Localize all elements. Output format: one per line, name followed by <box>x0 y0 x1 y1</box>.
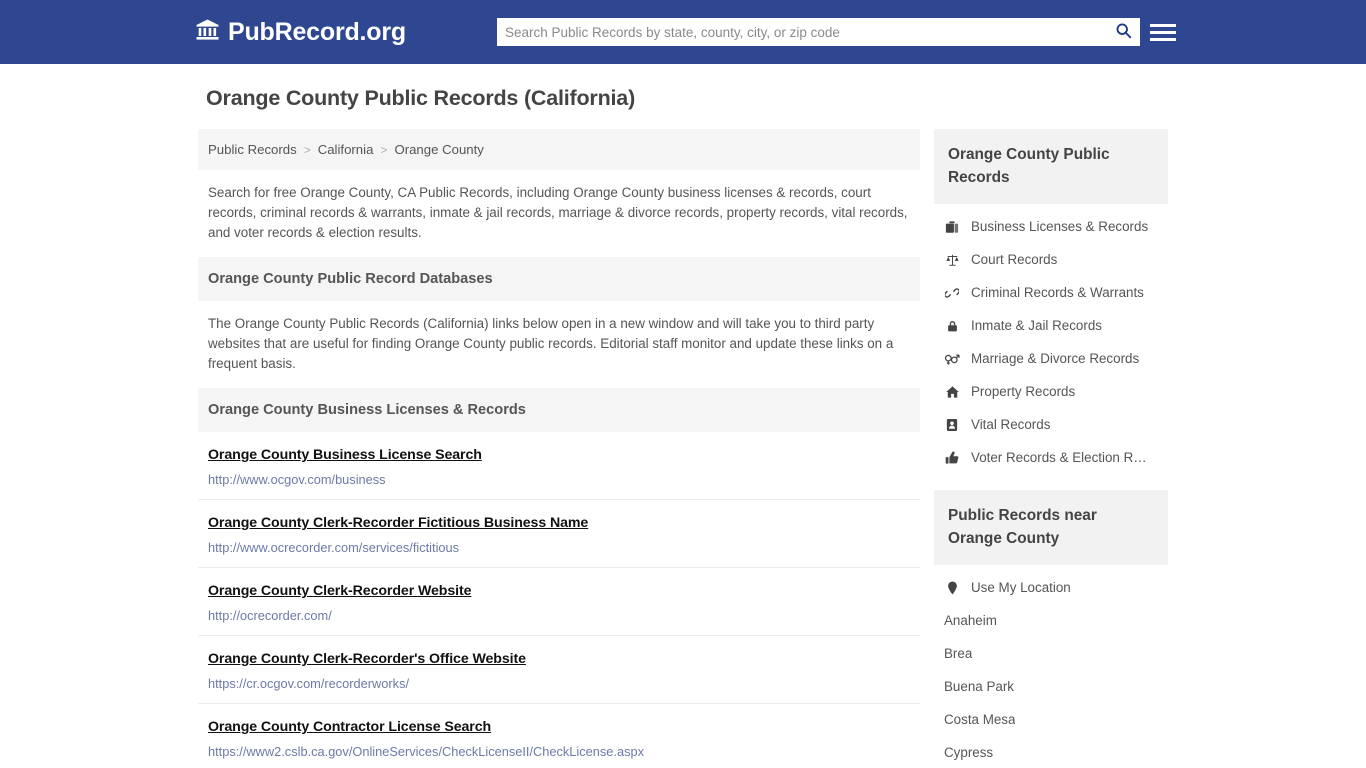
record-link-url[interactable]: http://www.ocrecorder.com/services/ficti… <box>208 540 910 555</box>
site-logo-text: PubRecord.org <box>228 17 406 46</box>
sidebar-item-label: Voter Records & Election R… <box>971 450 1147 465</box>
list-item: Orange County Clerk-Recorder Website htt… <box>198 568 920 636</box>
home-icon <box>944 385 960 399</box>
handcuffs-icon <box>944 286 960 300</box>
business-links-list: Orange County Business License Search ht… <box>198 432 920 768</box>
search-input[interactable] <box>497 19 1106 45</box>
thumbs-up-icon <box>944 451 960 465</box>
list-item: Orange County Business License Search ht… <box>198 432 920 500</box>
breadcrumb-item-orange-county[interactable]: Orange County <box>394 142 483 157</box>
city-label: Cypress <box>944 745 994 760</box>
record-link-url[interactable]: https://cr.ocgov.com/recorderworks/ <box>208 676 910 691</box>
sidebar-item-marriage-divorce-records[interactable]: Marriage & Divorce Records <box>934 342 1168 375</box>
search-icon <box>1115 22 1132 42</box>
sidebar-item-court-records[interactable]: Court Records <box>934 243 1168 276</box>
hamburger-bar <box>1150 37 1176 41</box>
records-panel-list: Business Licenses & Records Court Record… <box>934 204 1168 474</box>
id-badge-icon <box>944 418 960 432</box>
use-my-location-label: Use My Location <box>971 580 1071 595</box>
sidebar-item-business-licenses[interactable]: Business Licenses & Records <box>934 210 1168 243</box>
use-my-location-button[interactable]: Use My Location <box>934 571 1168 604</box>
search-bar <box>497 18 1140 46</box>
sidebar-item-label: Marriage & Divorce Records <box>971 351 1140 366</box>
nearby-panel-list: Use My Location Anaheim Brea Buena Park <box>934 565 1168 768</box>
business-section-heading: Orange County Business Licenses & Record… <box>198 388 920 432</box>
breadcrumb-separator: > <box>303 142 311 157</box>
record-link-title[interactable]: Orange County Clerk-Recorder Fictitious … <box>208 515 588 531</box>
sidebar-item-vital-records[interactable]: Vital Records <box>934 408 1168 441</box>
breadcrumb: Public Records > California > Orange Cou… <box>198 129 920 170</box>
search-button[interactable] <box>1106 18 1140 46</box>
page-body: Orange County Public Records (California… <box>0 64 1366 768</box>
hamburger-menu-icon[interactable] <box>1150 19 1176 45</box>
map-pin-icon <box>944 581 960 595</box>
sidebar-item-criminal-records[interactable]: Criminal Records & Warrants <box>934 276 1168 309</box>
intro-paragraph: Search for free Orange County, CA Public… <box>208 185 908 240</box>
sidebar-item-label: Inmate & Jail Records <box>971 318 1102 333</box>
city-label: Buena Park <box>944 679 1014 694</box>
sidebar: Orange County Public Records Business Li <box>934 129 1168 768</box>
main-column: Public Records > California > Orange Cou… <box>198 129 920 768</box>
sidebar-city-buena-park[interactable]: Buena Park <box>934 670 1168 703</box>
record-link-url[interactable]: http://www.ocgov.com/business <box>208 472 910 487</box>
lock-icon <box>944 319 960 333</box>
sidebar-item-label: Criminal Records & Warrants <box>971 285 1144 300</box>
list-item: Orange County Clerk-Recorder's Office We… <box>198 636 920 704</box>
list-item: Orange County Contractor License Search … <box>198 704 920 768</box>
sidebar-item-label: Vital Records <box>971 417 1051 432</box>
sidebar-item-inmate-jail-records[interactable]: Inmate & Jail Records <box>934 309 1168 342</box>
briefcase-icon <box>944 220 960 234</box>
breadcrumb-item-california[interactable]: California <box>318 142 374 157</box>
sidebar-city-costa-mesa[interactable]: Costa Mesa <box>934 703 1168 736</box>
record-link-title[interactable]: Orange County Contractor License Search <box>208 719 491 735</box>
city-label: Anaheim <box>944 613 997 628</box>
nearby-panel: Public Records near Orange County Use My… <box>934 490 1168 768</box>
city-label: Brea <box>944 646 973 661</box>
record-link-url[interactable]: https://www2.cslb.ca.gov/OnlineServices/… <box>208 744 910 759</box>
city-label: Costa Mesa <box>944 712 1016 727</box>
list-item: Orange County Clerk-Recorder Fictitious … <box>198 500 920 568</box>
hamburger-bar <box>1150 30 1176 34</box>
sidebar-city-anaheim[interactable]: Anaheim <box>934 604 1168 637</box>
bank-building-icon <box>195 18 220 47</box>
records-panel-heading: Orange County Public Records <box>934 129 1168 204</box>
records-panel: Orange County Public Records Business Li <box>934 129 1168 474</box>
breadcrumb-separator: > <box>380 142 388 157</box>
sidebar-item-label: Court Records <box>971 252 1058 267</box>
content-columns: Public Records > California > Orange Cou… <box>198 129 1168 768</box>
record-link-title[interactable]: Orange County Business License Search <box>208 447 482 463</box>
record-link-title[interactable]: Orange County Clerk-Recorder Website <box>208 583 472 599</box>
sidebar-item-voter-records[interactable]: Voter Records & Election R… <box>934 441 1168 474</box>
databases-heading: Orange County Public Record Databases <box>198 257 920 301</box>
page-title: Orange County Public Records (California… <box>206 86 636 110</box>
sidebar-city-cypress[interactable]: Cypress <box>934 736 1168 768</box>
hamburger-bar <box>1150 23 1176 27</box>
databases-description: The Orange County Public Records (Califo… <box>208 316 894 371</box>
nearby-panel-heading: Public Records near Orange County <box>934 490 1168 565</box>
venus-mars-icon <box>944 352 960 366</box>
scales-of-justice-icon <box>944 253 960 267</box>
record-link-url[interactable]: http://ocrecorder.com/ <box>208 608 910 623</box>
site-logo[interactable]: PubRecord.org <box>195 18 406 47</box>
site-header: PubRecord.org <box>0 0 1366 64</box>
sidebar-city-brea[interactable]: Brea <box>934 637 1168 670</box>
sidebar-item-label: Property Records <box>971 384 1076 399</box>
sidebar-item-property-records[interactable]: Property Records <box>934 375 1168 408</box>
sidebar-item-label: Business Licenses & Records <box>971 219 1149 234</box>
content-container: Orange County Public Records (California… <box>198 64 1168 768</box>
record-link-title[interactable]: Orange County Clerk-Recorder's Office We… <box>208 651 526 667</box>
breadcrumb-item-public-records[interactable]: Public Records <box>208 142 297 157</box>
